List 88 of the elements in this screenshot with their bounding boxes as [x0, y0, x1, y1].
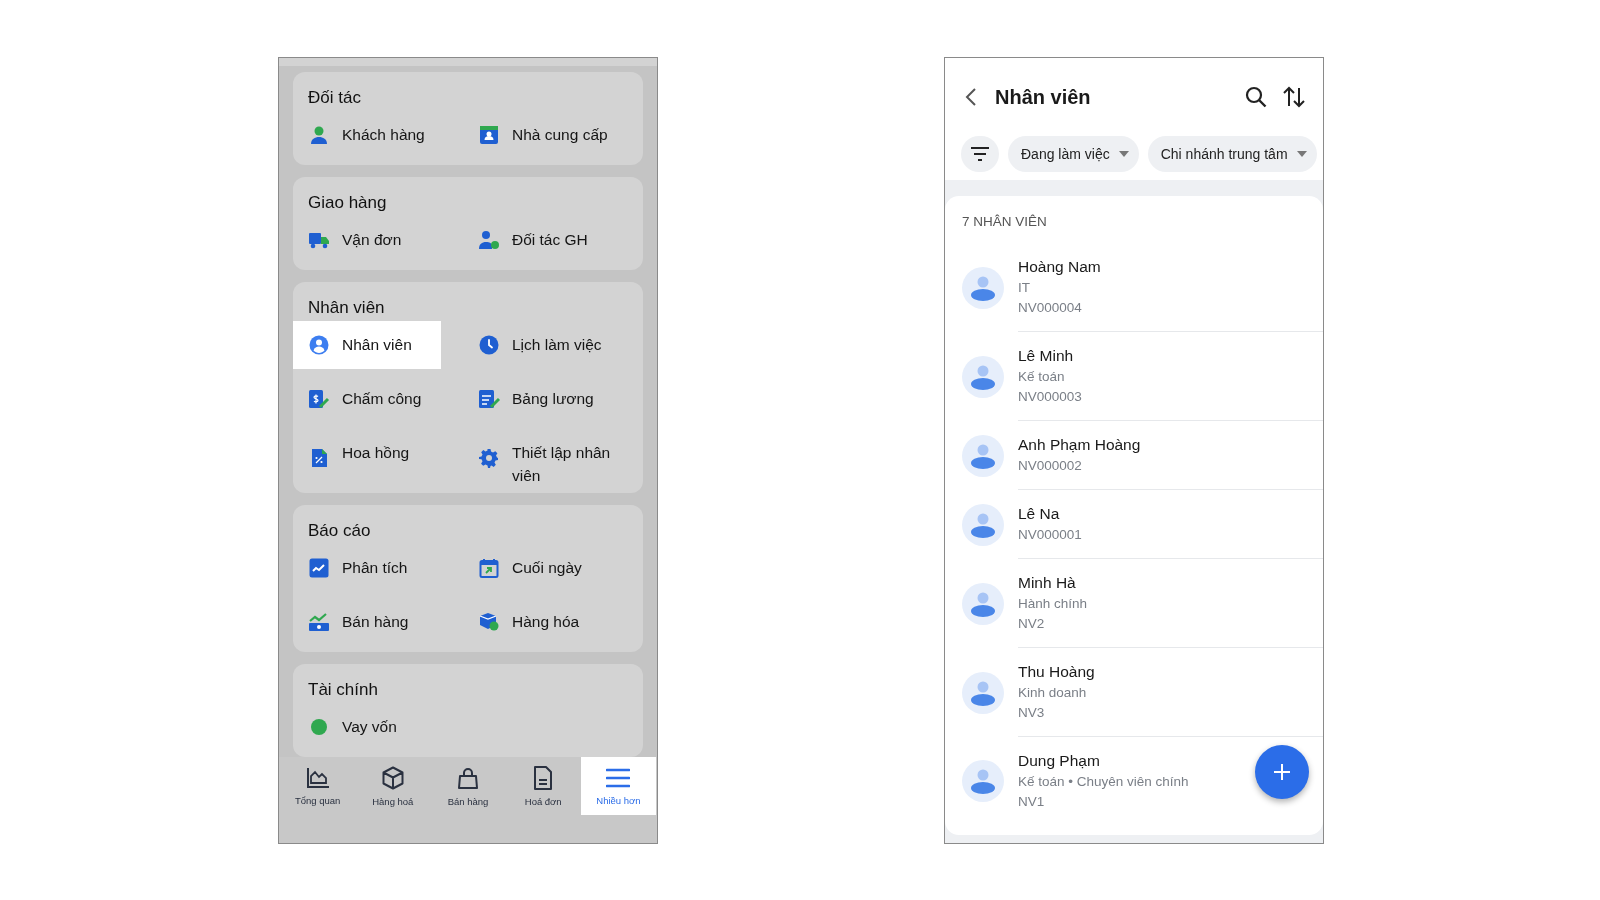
person-badge-icon — [478, 230, 500, 250]
caret-icon — [1296, 151, 1307, 157]
avatar-icon — [962, 355, 1004, 398]
section-title: Đối tác — [307, 88, 362, 108]
employee-detail: Hành chính — [1018, 595, 1089, 613]
employee-detail: Kinh doanh — [1018, 684, 1088, 702]
menu-item[interactable]: Hàng hóa — [463, 598, 643, 646]
person-icon — [309, 125, 329, 145]
employee-detail: Kế toán • Chuyên viên chính — [1018, 773, 1190, 791]
section-title: Báo cáo — [307, 521, 372, 541]
menu-item[interactable]: Khách hàng — [293, 111, 441, 159]
avatar-icon — [962, 671, 1004, 714]
employee-name: Anh Phạm Hoàng — [1018, 435, 1142, 455]
menu-item[interactable]: Đối tác GH — [463, 216, 643, 264]
document-pencil-icon — [478, 389, 500, 409]
nav-tab[interactable]: Hoá đơn — [505, 757, 581, 815]
employee-name: Dung Phạm — [1018, 751, 1101, 771]
menu-item[interactable]: Vay vốn — [293, 703, 441, 751]
menu-item[interactable]: Vận đơn — [293, 216, 441, 264]
employee-detail: Kế toán — [1018, 368, 1066, 386]
employee-detail: NV3 — [1018, 704, 1046, 722]
menu-item[interactable]: Hoa hồng — [293, 429, 441, 487]
menu-item[interactable]: Thiết lập nhân viên — [463, 429, 643, 487]
menu-item[interactable]: Nhân viên — [293, 321, 441, 369]
menu-item[interactable]: Bán hàng — [293, 598, 441, 646]
avatar-icon — [962, 266, 1004, 309]
section-title: Giao hàng — [307, 193, 388, 213]
caret-icon — [1118, 151, 1129, 157]
nav-tab[interactable]: Bán hàng — [430, 757, 506, 815]
menu-item[interactable]: Phân tích — [293, 544, 441, 592]
shopping-bag-icon — [456, 765, 480, 790]
employee-count: 7 NHÂN VIÊN — [962, 214, 1048, 229]
search-icon — [1245, 86, 1267, 108]
avatar-icon — [962, 582, 1004, 625]
person-circle-icon — [309, 335, 329, 355]
back-icon — [965, 87, 977, 107]
employee-detail: NV2 — [1018, 615, 1046, 633]
menu-item[interactable]: Nhà cung cấp — [463, 111, 643, 159]
employee-detail: IT — [1018, 279, 1031, 297]
employee-detail: NV000002 — [1018, 457, 1083, 475]
employee-detail: NV000001 — [1018, 526, 1083, 544]
filter-dropdown[interactable]: Đang làm việc — [1008, 136, 1139, 172]
plus-icon — [1273, 763, 1291, 781]
nav-tab[interactable]: Tổng quan — [280, 757, 356, 815]
employee-row[interactable]: Hoàng Nam IT NV000004 — [962, 243, 1323, 332]
filter-button[interactable] — [961, 136, 999, 172]
nav-tab[interactable]: Nhiều hơn — [580, 757, 656, 815]
money-growth-icon — [308, 612, 330, 632]
screen-title: Nhân viên — [995, 85, 1091, 109]
avatar-icon — [962, 760, 1004, 802]
employee-name: Lê Na — [1018, 504, 1061, 524]
employee-row[interactable]: Lê Na NV000001 — [962, 490, 1323, 559]
menu-item[interactable]: Cuối ngày — [463, 544, 643, 592]
percent-document-icon — [310, 448, 328, 468]
nav-tab[interactable]: Hàng hoá — [355, 757, 431, 815]
dollar-document-icon — [308, 389, 330, 409]
area-chart-icon — [305, 766, 330, 789]
employee-row[interactable]: Dung Phạm Kế toán • Chuyên viên chính NV1 — [962, 737, 1323, 825]
contact-card-icon — [479, 125, 499, 145]
settings-icon — [479, 448, 499, 468]
section-title: Nhân viên — [307, 298, 386, 318]
employee-detail: NV1 — [1018, 793, 1046, 811]
employee-name: Thu Hoàng — [1018, 662, 1096, 682]
filter-icon — [970, 147, 990, 161]
section-title: Tài chính — [307, 680, 379, 700]
employee-row[interactable]: Lê Minh Kế toán NV000003 — [962, 332, 1323, 421]
employee-row[interactable]: Minh Hà Hành chính NV2 — [962, 559, 1323, 648]
avatar-icon — [962, 503, 1004, 546]
clock-icon — [479, 335, 499, 355]
menu-item[interactable]: Lịch làm việc — [463, 321, 643, 369]
employee-detail: NV000003 — [1018, 388, 1083, 406]
document-icon — [533, 765, 554, 790]
employee-row[interactable]: Anh Phạm Hoàng NV000002 — [962, 421, 1323, 490]
avatar-icon — [962, 434, 1004, 477]
menu-item[interactable]: Chấm công — [293, 375, 441, 423]
chart-icon — [309, 558, 329, 578]
employee-name: Minh Hà — [1018, 573, 1077, 593]
cube-icon — [380, 765, 405, 790]
employee-name: Hoàng Nam — [1018, 257, 1102, 277]
employee-detail: NV000004 — [1018, 299, 1083, 317]
calendar-icon — [479, 558, 499, 578]
menu-item[interactable]: Bảng lương — [463, 375, 643, 423]
employee-row[interactable]: Thu Hoàng Kinh doanh NV3 — [962, 648, 1323, 737]
employee-name: Lê Minh — [1018, 346, 1075, 366]
sort-icon — [1283, 86, 1305, 108]
menu-icon — [606, 766, 631, 789]
filter-dropdown[interactable]: Chi nhánh trung tâm — [1147, 136, 1317, 172]
truck-icon — [308, 230, 330, 250]
